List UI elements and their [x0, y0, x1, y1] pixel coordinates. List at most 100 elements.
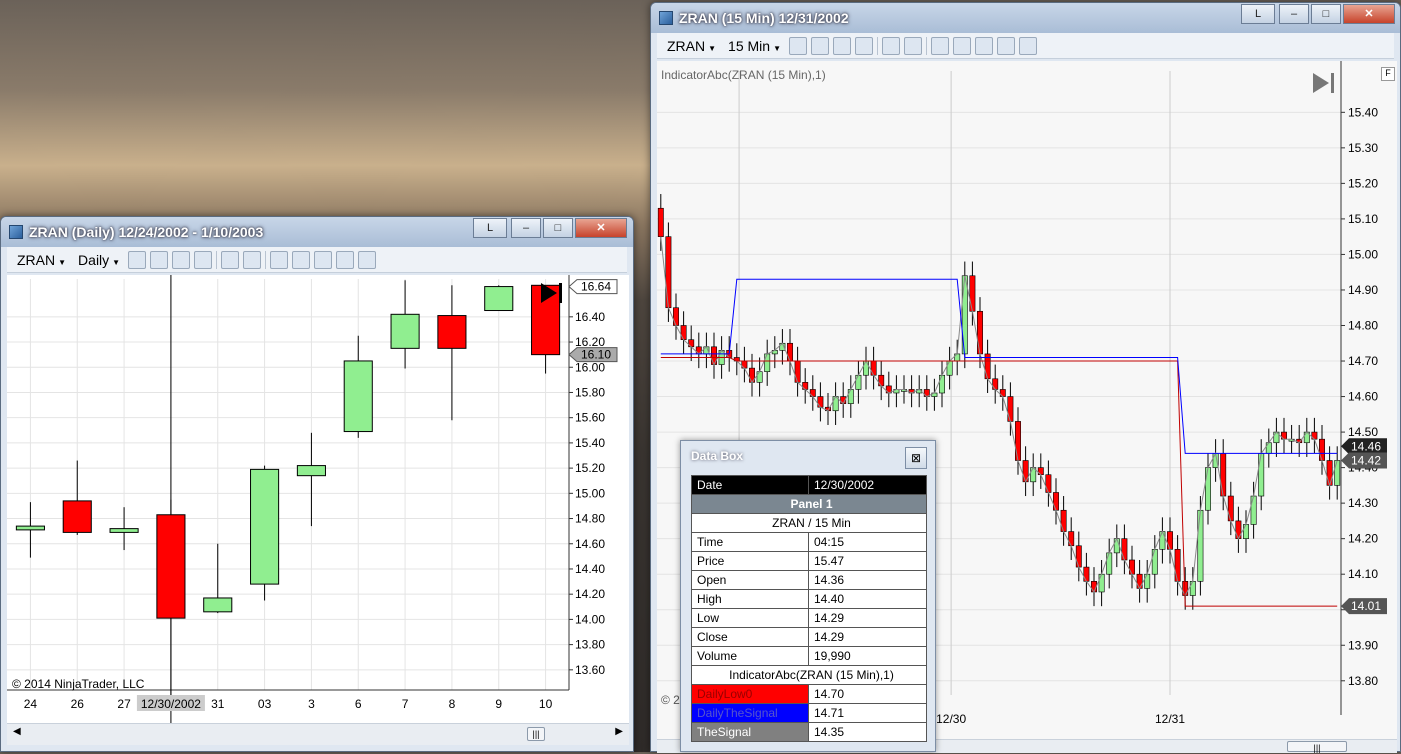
- close-button[interactable]: ✕: [575, 218, 627, 238]
- dollar-icon[interactable]: [336, 250, 355, 269]
- candle-body: [977, 310, 983, 355]
- y-tick-label: 14.10: [1348, 567, 1378, 581]
- zoom-out-icon[interactable]: [194, 250, 213, 269]
- daily-toolbar: ZRAN ▼ Daily ▼: [7, 247, 627, 273]
- y-tick-label: 14.80: [1348, 318, 1378, 332]
- minimize-button[interactable]: –: [511, 218, 541, 238]
- strategies-icon[interactable]: [292, 250, 311, 269]
- instrument-selector[interactable]: ZRAN ▼: [663, 38, 720, 54]
- candle-body: [1334, 460, 1341, 486]
- jump-to-end-bar: [1331, 73, 1334, 93]
- chevron-down-icon: ▼: [708, 43, 717, 53]
- data-box-title: Data Box: [691, 449, 744, 463]
- y-tick-label: 16.40: [575, 310, 605, 324]
- maximize-button[interactable]: □: [1311, 4, 1341, 24]
- crosshair-icon[interactable]: [221, 250, 240, 269]
- plot-label: TheSignal: [691, 722, 809, 742]
- minimize-button[interactable]: –: [1279, 4, 1309, 24]
- indicators-icon[interactable]: [931, 36, 949, 55]
- table-row: IndicatorAbc(ZRAN (15 Min),1): [691, 665, 927, 685]
- candle-body: [250, 468, 280, 585]
- y-tick-label: 16.00: [575, 360, 605, 374]
- strategies-icon[interactable]: [953, 36, 971, 55]
- candle-body: [878, 374, 885, 387]
- zoom-out-icon[interactable]: [855, 36, 873, 55]
- daily-chart-area[interactable]: 16.40 16.20 16.00 15.80 15.60 15.40 15.20 15.00…: [7, 275, 629, 735]
- indicator-name: IndicatorAbc(ZRAN (15 Min),1): [691, 665, 927, 685]
- scroll-thumb[interactable]: |||: [527, 727, 545, 741]
- dollar-icon[interactable]: [997, 36, 1015, 55]
- indicators-icon[interactable]: [270, 250, 289, 269]
- plot-value: 14.71: [808, 703, 927, 723]
- candle-body: [1015, 421, 1021, 461]
- y-tick-label: 13.80: [575, 638, 605, 652]
- y-tick-label: 15.30: [1348, 141, 1378, 155]
- daily-titlebar[interactable]: ZRAN (Daily) 12/24/2002 - 1/10/2003 L – …: [1, 217, 633, 247]
- chart-style-icon[interactable]: [975, 36, 993, 55]
- scroll-left-icon[interactable]: ◀: [13, 726, 21, 737]
- daily-scrollbar[interactable]: ◀ ||| ▶: [7, 723, 629, 745]
- candle-body: [156, 514, 186, 619]
- x-tick-label: 31: [211, 697, 225, 711]
- zoom-in-icon[interactable]: [833, 36, 851, 55]
- interval-selector[interactable]: 15 Min ▼: [724, 38, 785, 54]
- intraday-titlebar[interactable]: ZRAN (15 Min) 12/31/2002 L – □ ✕: [651, 3, 1400, 33]
- row-label: Volume: [691, 646, 809, 666]
- candle-body: [1250, 495, 1257, 525]
- x-tick-label: 27: [117, 697, 131, 711]
- y-tick-label: 15.80: [575, 385, 605, 399]
- f-button[interactable]: F: [1381, 67, 1395, 81]
- interval-selector[interactable]: Daily ▼: [74, 252, 124, 268]
- candle-body: [1113, 538, 1120, 554]
- daily-chart-window: ZRAN (Daily) 12/24/2002 - 1/10/2003 L – …: [0, 216, 634, 752]
- toolbar-divider: [926, 36, 927, 55]
- instrument-label: ZRAN: [17, 251, 56, 268]
- scroll-thumb[interactable]: |||: [1287, 741, 1347, 753]
- lock-button[interactable]: L: [1241, 4, 1275, 24]
- y-tick-label: 14.60: [1348, 390, 1378, 404]
- row-value: 15.47: [808, 551, 927, 571]
- databox-icon[interactable]: [904, 36, 922, 55]
- x-tick-label: 26: [71, 697, 85, 711]
- candle-body: [1319, 438, 1325, 461]
- candle-body: [1167, 531, 1173, 550]
- pencil-icon[interactable]: [150, 250, 169, 269]
- table-row: DailyLow0 14.70: [691, 684, 927, 704]
- candle-body: [863, 360, 869, 376]
- candle-body: [794, 360, 801, 383]
- table-row: Close 14.29: [691, 627, 927, 647]
- candle-body: [1205, 467, 1211, 511]
- crosshair-icon[interactable]: [882, 36, 900, 55]
- close-icon[interactable]: ⊠: [905, 447, 927, 469]
- lock-button[interactable]: L: [473, 218, 507, 238]
- chart-style-icon[interactable]: [314, 250, 333, 269]
- bar-type-icon[interactable]: [128, 250, 147, 269]
- table-row: High 14.40: [691, 589, 927, 609]
- properties-icon[interactable]: [1019, 36, 1037, 55]
- instrument-selector[interactable]: ZRAN ▼: [13, 252, 70, 268]
- scroll-right-icon[interactable]: ▶: [615, 726, 623, 737]
- candle-body: [1121, 538, 1128, 561]
- x-tick-label: 9: [495, 697, 502, 711]
- interval-label: Daily: [78, 251, 110, 268]
- candle-body: [946, 360, 953, 376]
- bar-type-icon[interactable]: [789, 36, 807, 55]
- y-tick-label: 14.40: [575, 562, 605, 576]
- candle-body: [1007, 396, 1014, 422]
- intraday-toolbar: ZRAN ▼ 15 Min ▼: [657, 33, 1394, 59]
- candle-body: [680, 325, 687, 341]
- properties-icon[interactable]: [358, 250, 377, 269]
- close-button[interactable]: ✕: [1343, 4, 1395, 24]
- candle-body: [1053, 492, 1059, 511]
- pencil-icon[interactable]: [811, 36, 829, 55]
- candle-body: [969, 275, 976, 312]
- price-tag-label: 16.64: [581, 280, 611, 294]
- candle-body: [847, 389, 854, 404]
- zoom-in-icon[interactable]: [172, 250, 191, 269]
- copyright-label: © 2014 NinjaTrader, LLC: [12, 677, 145, 691]
- y-tick-label: 14.20: [575, 587, 605, 601]
- candle-body: [1197, 509, 1204, 582]
- row-label: Time: [691, 532, 809, 552]
- databox-icon[interactable]: [243, 250, 262, 269]
- maximize-button[interactable]: □: [543, 218, 573, 238]
